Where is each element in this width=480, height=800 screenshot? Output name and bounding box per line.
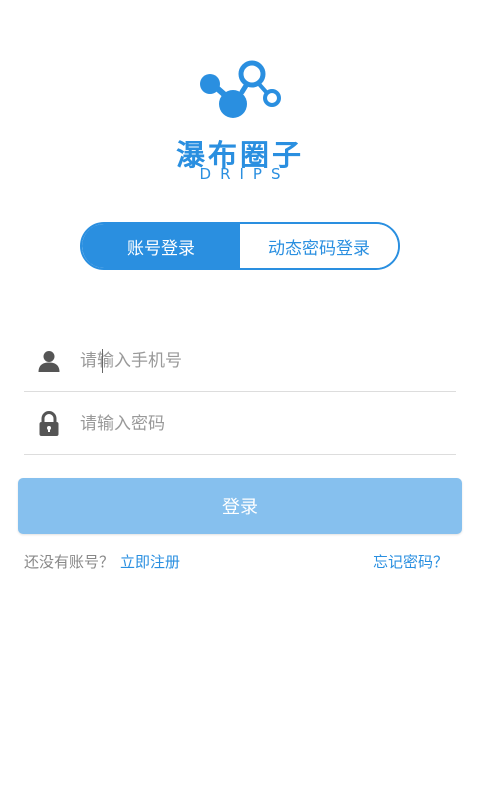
- text-cursor: [102, 349, 103, 373]
- login-screen: 瀑布圈子 DRIPS 账号登录 动态密码登录 登录: [0, 0, 480, 800]
- app-logo: 瀑布圈子 DRIPS: [0, 52, 480, 192]
- login-button[interactable]: 登录: [18, 478, 462, 534]
- phone-input[interactable]: [80, 341, 420, 381]
- footer-links: 还没有账号？ 立即注册 忘记密码？: [24, 551, 448, 575]
- brand-subtitle: DRIPS: [199, 165, 290, 183]
- phone-field: [24, 331, 456, 392]
- password-input[interactable]: [80, 404, 420, 444]
- password-field: [24, 394, 456, 455]
- no-account-prompt: 还没有账号？ 立即注册: [24, 551, 180, 572]
- forgot-password-link[interactable]: 忘记密码？: [373, 551, 448, 572]
- tab-dynamic-password-login[interactable]: 动态密码登录: [240, 224, 398, 268]
- lock-icon: [36, 411, 62, 437]
- register-link[interactable]: 立即注册: [120, 553, 180, 571]
- login-mode-tabs: 账号登录 动态密码登录: [80, 222, 400, 270]
- drips-logo-icon: [200, 60, 281, 118]
- tab-account-login[interactable]: 账号登录: [82, 224, 240, 268]
- user-icon: [36, 348, 62, 374]
- no-account-text: 还没有账号？: [24, 553, 115, 571]
